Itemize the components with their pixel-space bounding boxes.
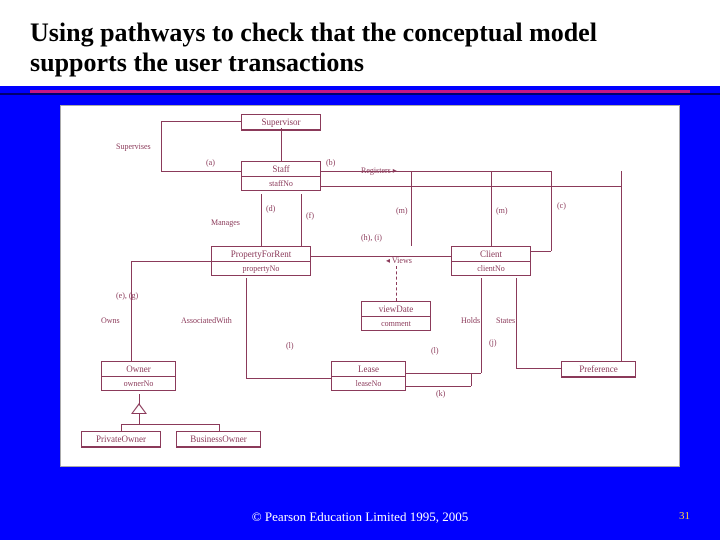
label-c: (c) (557, 201, 566, 210)
entity-owner-attr: ownerNo (102, 377, 175, 390)
entity-property-name: PropertyForRent (212, 247, 310, 262)
entity-viewdate: viewDate comment (361, 301, 431, 331)
line (531, 251, 551, 252)
slide-title: Using pathways to check that the concept… (30, 18, 690, 78)
line (481, 278, 482, 373)
label-eg: (e), (g) (116, 291, 138, 300)
line (281, 128, 282, 161)
entity-staff: Staff staffNo (241, 161, 321, 191)
entity-lease-name: Lease (332, 362, 405, 377)
label-l: (l) (286, 341, 294, 350)
entity-preference-name: Preference (562, 362, 635, 377)
line (321, 186, 621, 187)
line (411, 171, 412, 246)
line (406, 373, 481, 374)
line (246, 278, 247, 378)
line (219, 424, 220, 431)
entity-property: PropertyForRent propertyNo (211, 246, 311, 276)
label-hi: (h), (i) (361, 233, 382, 242)
entity-client: Client clientNo (451, 246, 531, 276)
label-k: (k) (436, 389, 445, 398)
entity-lease-attr: leaseNo (332, 377, 405, 390)
line (621, 171, 622, 361)
line (131, 261, 132, 361)
line (551, 171, 552, 251)
line (516, 368, 561, 369)
line-dashed (396, 266, 397, 301)
footer-copyright: © Pearson Education Limited 1995, 2005 (0, 509, 720, 525)
entity-viewdate-attr: comment (362, 317, 430, 330)
entity-staff-attr: staffNo (242, 177, 320, 190)
label-views: ◂ Views (386, 256, 412, 265)
entity-staff-name: Staff (242, 162, 320, 177)
entity-owner: Owner ownerNo (101, 361, 176, 391)
line (406, 386, 471, 387)
entity-lease: Lease leaseNo (331, 361, 406, 391)
line (246, 378, 331, 379)
entity-client-attr: clientNo (452, 262, 530, 275)
line (321, 171, 551, 172)
label-b: (b) (326, 158, 335, 167)
label-states: States (496, 316, 515, 325)
line (161, 121, 241, 122)
entity-property-attr: propertyNo (212, 262, 310, 275)
line (311, 256, 451, 257)
entity-viewdate-name: viewDate (362, 302, 430, 317)
page-number: 31 (679, 510, 690, 522)
line (161, 171, 241, 172)
label-f: (f) (306, 211, 314, 220)
line (139, 414, 140, 424)
line (161, 121, 162, 171)
entity-businessowner-name: BusinessOwner (177, 432, 260, 447)
label-d: (d) (266, 204, 275, 213)
line (621, 171, 622, 186)
title-underline-dark (0, 93, 720, 95)
inheritance-triangle (131, 403, 147, 414)
label-j: (j) (489, 338, 497, 347)
label-m: (m) (396, 206, 408, 215)
line (516, 278, 517, 368)
er-diagram: Supervisor Staff staffNo PropertyForRent… (60, 105, 680, 467)
line (121, 424, 122, 431)
label-registers: Registers ▸ (361, 166, 397, 175)
entity-privateowner: PrivateOwner (81, 431, 161, 448)
label-m2: (m) (496, 206, 508, 215)
line (131, 261, 211, 262)
label-owns: Owns (101, 316, 120, 325)
entity-privateowner-name: PrivateOwner (82, 432, 160, 447)
entity-businessowner: BusinessOwner (176, 431, 261, 448)
entity-owner-name: Owner (102, 362, 175, 377)
label-supervises: Supervises (116, 142, 151, 151)
line (261, 194, 262, 246)
label-holds: Holds (461, 316, 480, 325)
line (301, 194, 302, 246)
label-assoc: AssociatedWith (181, 316, 232, 325)
entity-client-name: Client (452, 247, 530, 262)
label-manages: Manages (211, 218, 240, 227)
line (491, 171, 492, 246)
label-a: (a) (206, 158, 215, 167)
line (121, 424, 219, 425)
line (471, 373, 472, 386)
entity-preference: Preference (561, 361, 636, 378)
label-l2: (l) (431, 346, 439, 355)
